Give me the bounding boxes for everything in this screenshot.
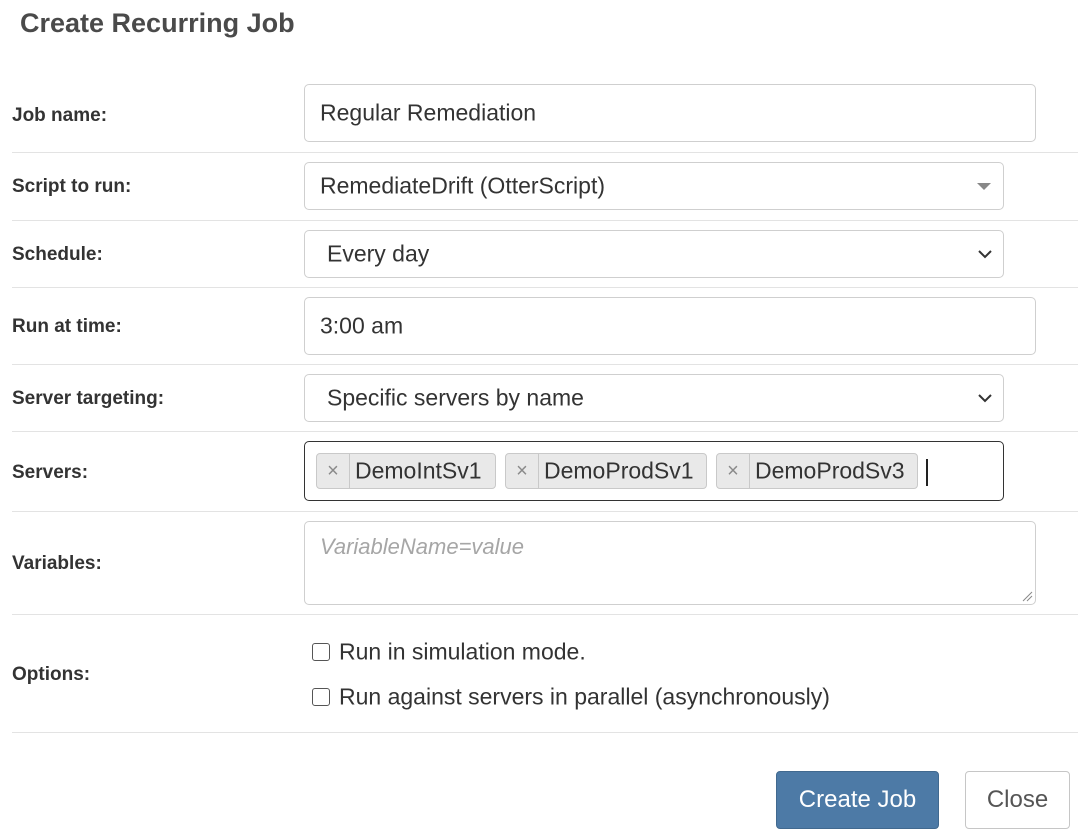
- server-tag: × DemoProdSv3: [716, 453, 918, 489]
- server-tag-label: DemoProdSv1: [544, 457, 694, 484]
- servers-label: Servers:: [12, 462, 89, 483]
- targeting-row: Server targeting: Specific servers by na…: [12, 364, 1078, 432]
- close-icon[interactable]: ×: [317, 454, 350, 488]
- server-tag: × DemoIntSv1: [316, 453, 496, 489]
- options-label: Options:: [12, 664, 91, 685]
- run-at-value: 3:00 am: [320, 312, 404, 339]
- run-at-input[interactable]: 3:00 am: [304, 297, 1036, 355]
- variables-label: Variables:: [12, 553, 102, 574]
- text-cursor: [926, 459, 928, 486]
- simulation-option-label: Run in simulation mode.: [339, 638, 586, 665]
- servers-row: Servers: × DemoIntSv1 × DemoProdSv1 × De…: [12, 431, 1078, 512]
- run-at-row: Run at time: 3:00 am: [12, 287, 1078, 365]
- parallel-option-label: Run against servers in parallel (asynchr…: [339, 683, 830, 710]
- variables-row: Variables: VariableName=value: [12, 511, 1078, 615]
- script-row: Script to run: RemediateDrift (OtterScri…: [12, 152, 1078, 221]
- run-at-label: Run at time:: [12, 316, 122, 337]
- schedule-row: Schedule: Every day: [12, 220, 1078, 288]
- resize-grip-icon[interactable]: [1021, 590, 1033, 602]
- job-name-row: Job name: Regular Remediation: [12, 84, 1078, 153]
- variables-textarea[interactable]: VariableName=value: [304, 521, 1036, 605]
- job-name-value: Regular Remediation: [320, 99, 537, 126]
- schedule-value: Every day: [327, 240, 430, 267]
- simulation-checkbox[interactable]: [312, 643, 330, 661]
- job-name-input[interactable]: Regular Remediation: [304, 84, 1036, 142]
- dialog-title: Create Recurring Job: [20, 8, 295, 38]
- targeting-select[interactable]: Specific servers by name: [304, 374, 1004, 422]
- chevron-down-icon: [978, 394, 992, 403]
- script-label: Script to run:: [12, 176, 132, 197]
- parallel-checkbox[interactable]: [312, 688, 330, 706]
- script-select[interactable]: RemediateDrift (OtterScript): [304, 162, 1004, 210]
- schedule-label: Schedule:: [12, 244, 103, 265]
- variables-placeholder: VariableName=value: [320, 534, 525, 559]
- schedule-select[interactable]: Every day: [304, 230, 1004, 278]
- close-icon[interactable]: ×: [717, 454, 750, 488]
- server-tag: × DemoProdSv1: [505, 453, 707, 489]
- close-icon[interactable]: ×: [506, 454, 539, 488]
- close-button[interactable]: Close: [965, 771, 1070, 829]
- options-row: Options: Run in simulation mode. Run aga…: [12, 614, 1078, 733]
- server-tag-label: DemoIntSv1: [355, 457, 482, 484]
- chevron-down-icon: [978, 250, 992, 259]
- job-name-label: Job name:: [12, 105, 108, 126]
- targeting-label: Server targeting:: [12, 388, 165, 409]
- create-job-button[interactable]: Create Job: [776, 771, 939, 829]
- caret-down-icon: [977, 183, 991, 190]
- targeting-value: Specific servers by name: [327, 384, 584, 411]
- script-value: RemediateDrift (OtterScript): [320, 172, 606, 199]
- server-tag-label: DemoProdSv3: [755, 457, 905, 484]
- servers-tag-input[interactable]: × DemoIntSv1 × DemoProdSv1 × DemoProdSv3: [304, 441, 1004, 501]
